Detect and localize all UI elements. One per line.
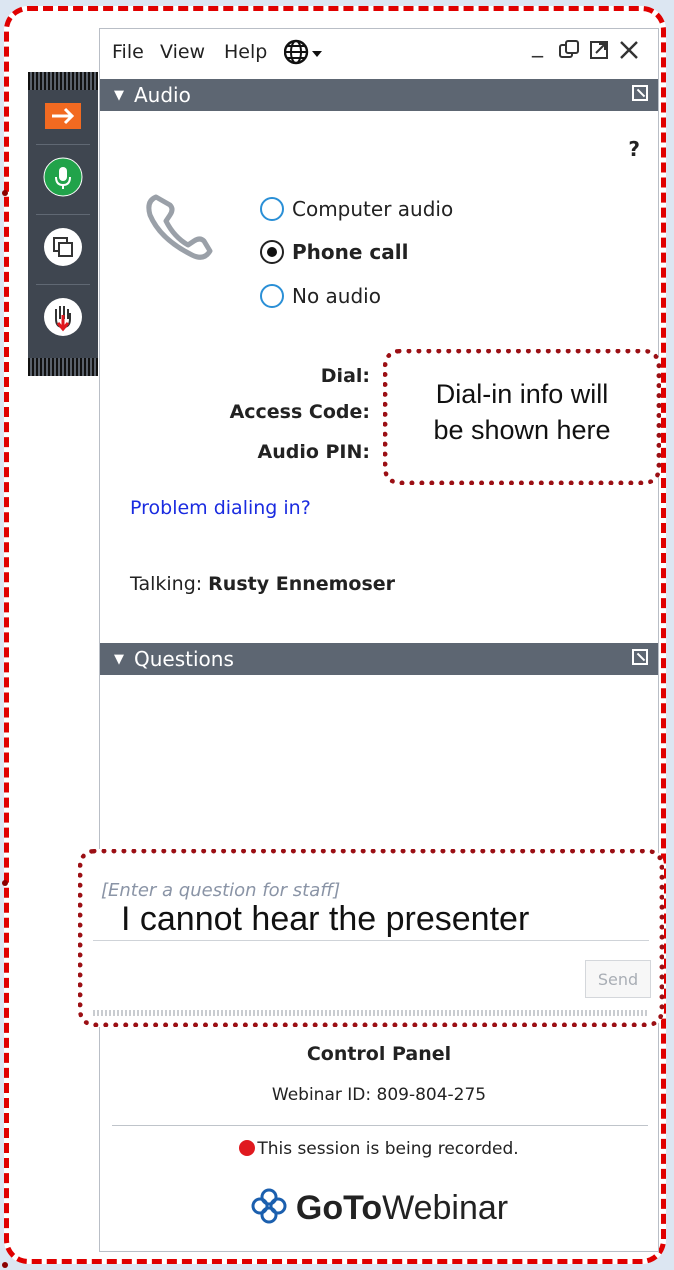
questions-section-title: Questions xyxy=(134,647,234,671)
talking-label: Talking: xyxy=(130,573,203,595)
questions-section-header[interactable]: ▼ Questions xyxy=(100,643,658,675)
audio-option-label: Phone call xyxy=(292,240,409,264)
microphone-button[interactable] xyxy=(28,150,98,208)
toolbar-separator xyxy=(36,214,90,215)
arrow-right-icon xyxy=(45,103,81,133)
audio-option-computer[interactable]: Computer audio xyxy=(260,197,453,221)
language-menu[interactable] xyxy=(283,39,324,70)
callout-line: be shown here xyxy=(433,415,611,445)
send-button[interactable]: Send xyxy=(585,960,651,998)
raise-hand-button[interactable] xyxy=(28,290,98,348)
menu-file[interactable]: File xyxy=(112,41,144,63)
toolbar-separator xyxy=(36,284,90,285)
toolbar-separator xyxy=(36,144,90,145)
audio-option-label: Computer audio xyxy=(292,197,454,221)
audio-popout-icon[interactable] xyxy=(632,85,648,101)
menu-bar: File View Help _ xyxy=(100,29,658,77)
access-code-label: Access Code: xyxy=(229,401,370,423)
dial-in-info-callout: Dial-in info will be shown here xyxy=(383,349,661,485)
side-toolbar xyxy=(28,72,98,376)
audio-section-title: Audio xyxy=(134,83,191,107)
toolbar-grip-bottom[interactable] xyxy=(28,358,98,376)
audio-section-header[interactable]: ▼ Audio xyxy=(100,79,658,111)
question-input[interactable]: I cannot hear the presenter xyxy=(121,900,529,939)
audio-option-none[interactable]: No audio xyxy=(260,284,381,308)
gotowebinar-logo: GoToWebinar xyxy=(100,1187,658,1234)
dial-label: Dial: xyxy=(320,365,370,387)
talking-name: Rusty Ennemoser xyxy=(208,573,396,595)
recording-text: This session is being recorded. xyxy=(257,1139,519,1159)
globe-icon xyxy=(283,39,324,70)
logo-webinar-text: Webinar xyxy=(382,1189,509,1227)
audio-pin-label: Audio PIN: xyxy=(257,441,370,463)
radio-button[interactable] xyxy=(260,284,284,308)
callout-line: Dial-in info will xyxy=(435,379,609,409)
restore-button[interactable] xyxy=(558,39,580,67)
close-icon xyxy=(618,41,640,67)
control-panel-title: Control Panel xyxy=(306,1043,452,1065)
radio-button[interactable] xyxy=(260,197,284,221)
collapse-button[interactable] xyxy=(28,98,98,138)
questions-popout-icon[interactable] xyxy=(632,649,648,665)
microphone-icon xyxy=(43,157,83,201)
frame-corner-dot xyxy=(2,1262,8,1268)
collapse-triangle-icon: ▼ xyxy=(114,651,124,667)
frame-corner-dot xyxy=(2,190,8,196)
audio-option-label: No audio xyxy=(292,284,381,308)
webinar-id: Webinar ID: 809-804-275 xyxy=(271,1085,487,1105)
gotowebinar-logo-icon xyxy=(250,1187,288,1234)
audio-option-phone[interactable]: Phone call xyxy=(260,240,408,264)
screen-share-button[interactable] xyxy=(28,220,98,278)
recording-dot-icon xyxy=(239,1140,256,1156)
minimize-button[interactable]: _ xyxy=(532,33,543,58)
popout-icon xyxy=(588,41,610,67)
menu-help[interactable]: Help xyxy=(224,41,267,63)
frame-corner-dot xyxy=(2,880,8,886)
menu-view[interactable]: View xyxy=(160,41,205,63)
logo-goto-text: GoTo xyxy=(295,1189,383,1227)
popout-button[interactable] xyxy=(588,39,610,67)
collapse-triangle-icon: ▼ xyxy=(114,87,124,103)
raise-hand-icon xyxy=(43,297,83,341)
problem-dialing-link[interactable]: Problem dialing in? xyxy=(130,497,311,519)
close-button[interactable] xyxy=(618,39,640,67)
resize-handle[interactable] xyxy=(93,1010,649,1016)
question-input-callout: [Enter a question for staff] I cannot he… xyxy=(78,849,664,1027)
phone-icon xyxy=(140,189,220,269)
question-divider xyxy=(93,940,649,941)
restore-icon xyxy=(558,40,580,67)
recording-status: This session is being recorded. xyxy=(100,1139,658,1159)
toolbar-grip-top[interactable] xyxy=(28,72,98,90)
radio-button-selected[interactable] xyxy=(260,240,284,264)
question-input-placeholder[interactable]: [Enter a question for staff] xyxy=(101,880,340,901)
talking-status: Talking: Rusty Ennemoser xyxy=(130,573,395,595)
control-panel-window: File View Help _ ▼ Audio ? Computer audi… xyxy=(78,28,664,1252)
footer-divider xyxy=(112,1125,648,1126)
audio-help-button[interactable]: ? xyxy=(628,137,640,161)
screen-share-icon xyxy=(43,227,83,271)
